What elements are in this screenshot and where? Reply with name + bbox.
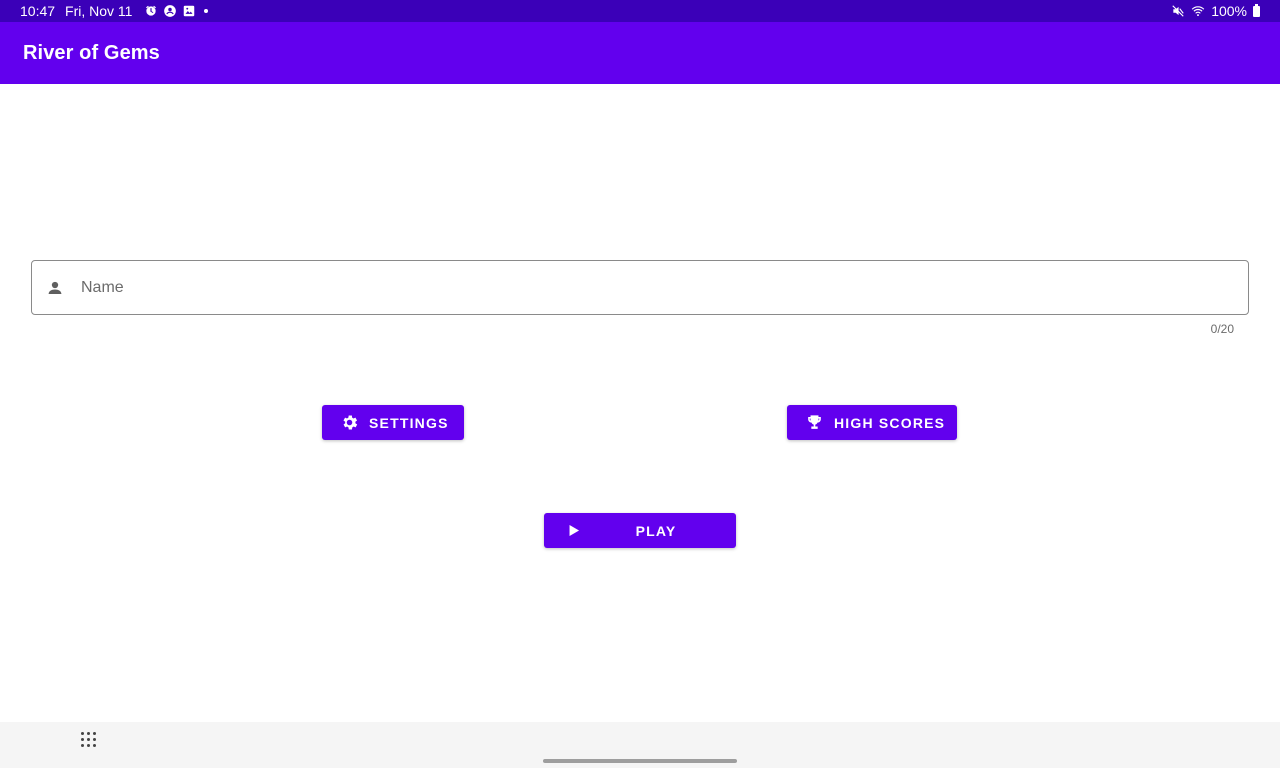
- battery-icon: [1253, 3, 1260, 17]
- high-scores-label: HIGH SCORES: [834, 414, 946, 431]
- settings-button[interactable]: SETTINGS: [322, 405, 464, 440]
- alarm-icon: [146, 5, 157, 16]
- person-icon: [46, 279, 64, 297]
- apps-grid-icon[interactable]: [81, 732, 97, 748]
- status-right: 100%: [1171, 3, 1260, 19]
- settings-label: SETTINGS: [369, 414, 449, 431]
- name-char-counter: 0/20: [1210, 322, 1234, 336]
- status-left: 10:47 Fri, Nov 11: [20, 3, 209, 19]
- app-bar: River of Gems: [0, 22, 1280, 84]
- image-notification-icon: [184, 5, 195, 17]
- dot-icon: [204, 9, 209, 13]
- trophy-icon: [805, 413, 824, 432]
- mute-icon: [1172, 5, 1184, 17]
- app-title: River of Gems: [23, 41, 160, 64]
- status-time: 10:47: [20, 3, 56, 19]
- high-scores-button[interactable]: HIGH SCORES: [787, 405, 957, 440]
- status-date: Fri, Nov 11: [65, 3, 133, 19]
- gear-icon: [340, 413, 359, 432]
- name-input[interactable]: [81, 267, 1181, 308]
- home-handle[interactable]: [543, 759, 737, 763]
- play-icon: [564, 521, 583, 540]
- name-field[interactable]: [31, 260, 1249, 315]
- status-bar: 10:47 Fri, Nov 11 100%: [0, 0, 1280, 22]
- wifi-icon: [1191, 6, 1205, 17]
- battery-percent: 100%: [1211, 3, 1247, 19]
- navigation-bar: [0, 722, 1280, 768]
- play-button[interactable]: PLAY: [544, 513, 736, 548]
- status-notification-icons: [144, 4, 209, 18]
- account-circle-icon: [164, 5, 177, 17]
